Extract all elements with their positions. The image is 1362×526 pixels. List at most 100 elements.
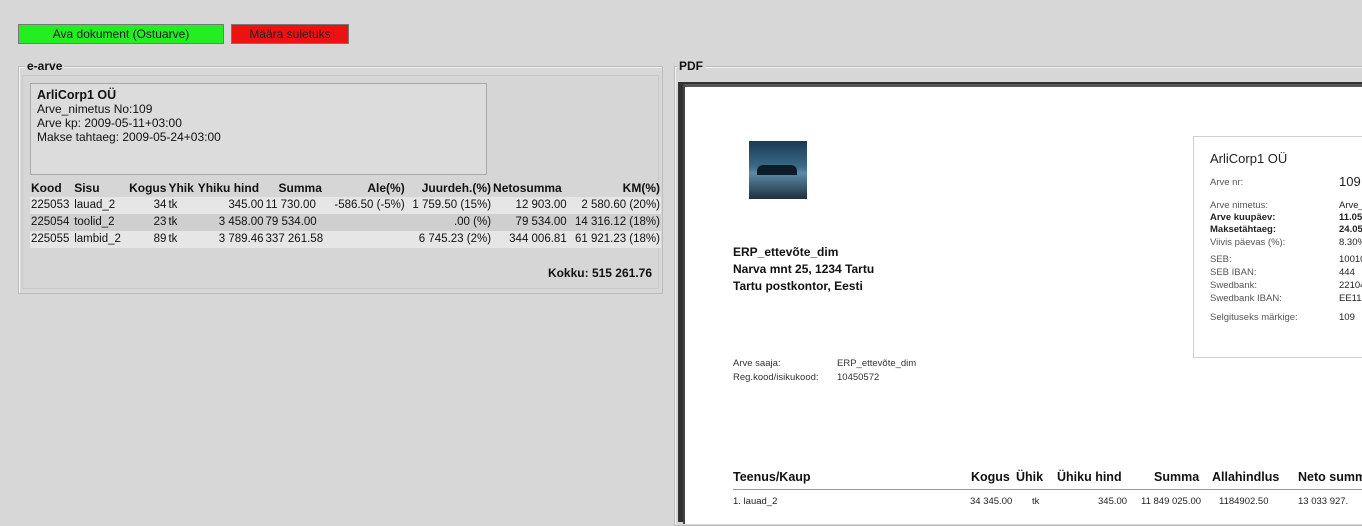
- pdf-row-net-sum: 13 033 927.: [1298, 496, 1349, 507]
- field-label: Arve nr:: [1210, 177, 1244, 188]
- field-value: 11.05: [1339, 212, 1362, 223]
- company-logo-image: [749, 141, 807, 199]
- col-unit: Yhik: [168, 181, 194, 195]
- invoice-lines-table: Kood Sisu Kogus Yhik Yhiku hind Summa Al…: [30, 180, 661, 248]
- mark-closed-button[interactable]: Määra suletuks: [231, 24, 349, 44]
- cell-quantity: 34: [125, 197, 168, 214]
- pdf-legend: PDF: [677, 59, 705, 73]
- table-header-row: Kood Sisu Kogus Yhik Yhiku hind Summa Al…: [30, 180, 661, 197]
- table-row[interactable]: 225055 lambid_2 89 tk 3 789.46 337 261.5…: [30, 231, 661, 248]
- field-label: Arve nimetus:: [1210, 200, 1269, 211]
- pdf-col-item: Teenus/Kaup: [733, 470, 811, 484]
- pdf-invoice-details-box: ArliCorp1 OÜ Arve nr: 109 Arve nimetus: …: [1193, 136, 1362, 358]
- field-value: 8.30%: [1339, 237, 1362, 248]
- field-label: Arve kuupäev:: [1210, 212, 1276, 223]
- col-discount: Ale(%): [367, 181, 405, 195]
- cell-code: 225054: [30, 214, 74, 231]
- pdf-col-quantity: Kogus: [971, 470, 1010, 484]
- col-quantity: Kogus: [129, 181, 167, 195]
- cell-vat: 14 316.12 (18%): [567, 214, 661, 231]
- cell-quantity: 23: [125, 214, 168, 231]
- col-vat: KM(%): [622, 181, 660, 195]
- invoice-info-box: ArliCorp1 OÜ Arve_nimetus No:109 Arve kp…: [30, 83, 487, 175]
- field-value: 109: [1339, 174, 1361, 189]
- pdf-col-unit: Ühik: [1016, 470, 1044, 484]
- invoice-total: Kokku: 515 261.76: [547, 266, 652, 280]
- cell-discount: -586.50 (-5%): [328, 197, 406, 214]
- cell-content: toolid_2: [73, 214, 126, 231]
- cell-unit-price: 345.00: [196, 197, 265, 214]
- e-invoice-panel: e-arve ArliCorp1 OÜ Arve_nimetus No:109 …: [18, 59, 663, 294]
- cell-sum: 337 261.58: [264, 231, 329, 248]
- invoice-date: Arve kp: 2009-05-11+03:00: [37, 116, 182, 130]
- pdf-company-name: ArliCorp1 OÜ: [1210, 151, 1288, 166]
- due-date: Makse tahtaeg: 2009-05-24+03:00: [37, 130, 221, 144]
- cell-surcharge: 1 759.50 (15%): [405, 197, 493, 214]
- regcode-value: 10450572: [837, 372, 880, 383]
- col-unit-price: Yhiku hind: [197, 181, 260, 195]
- pdf-col-unit-price: Ühiku hind: [1057, 470, 1122, 484]
- pdf-table-divider: [733, 489, 1362, 490]
- table-row[interactable]: 225054 toolid_2 23 tk 3 458.00 79 534.00…: [30, 214, 661, 231]
- field-label: Swedbank IBAN:: [1210, 293, 1282, 304]
- cell-sum: 79 534.00: [264, 214, 329, 231]
- cell-unit-price: 3 789.46: [196, 231, 265, 248]
- cell-discount: [328, 214, 406, 231]
- field-value: Arve_: [1339, 200, 1362, 211]
- field-label: SEB:: [1210, 254, 1232, 265]
- field-label: Swedbank:: [1210, 280, 1258, 291]
- cell-surcharge: .00 (%): [405, 214, 493, 231]
- cell-unit: tk: [167, 231, 197, 248]
- field-value: EE112: [1339, 293, 1362, 304]
- cell-vat: 61 921.23 (18%): [567, 231, 661, 248]
- pdf-row-unit-price: 345.00: [1098, 496, 1128, 507]
- seller-address-line1: Narva mnt 25, 1234 Tartu: [733, 262, 875, 276]
- pdf-row-sum: 11 849 025.00: [1141, 496, 1202, 507]
- col-net-sum: Netosumma: [493, 181, 562, 195]
- pdf-row-quantity: 34 345.00: [970, 496, 1013, 507]
- cell-surcharge: 6 745.23 (2%): [405, 231, 493, 248]
- pdf-col-net-sum: Neto summ: [1298, 470, 1362, 484]
- pdf-row-unit: tk: [1032, 496, 1040, 507]
- field-label: SEB IBAN:: [1210, 267, 1257, 278]
- supplier-name: ArliCorp1 OÜ: [37, 88, 117, 102]
- e-invoice-legend: e-arve: [25, 59, 65, 73]
- open-document-button[interactable]: Ava dokument (Ostuarve): [18, 24, 224, 44]
- cell-unit: tk: [167, 214, 197, 231]
- cell-unit-price: 3 458.00: [196, 214, 265, 231]
- cell-code: 225055: [30, 231, 74, 248]
- pdf-row-discount: 1184902.50: [1219, 496, 1269, 507]
- col-sum: Summa: [278, 181, 322, 195]
- field-value: 109: [1339, 312, 1355, 323]
- field-label: Viivis päevas (%):: [1210, 237, 1286, 248]
- pdf-row-item: 1. lauad_2: [733, 496, 778, 507]
- field-value: 24.05: [1339, 224, 1362, 235]
- regcode-label: Reg.kood/isikukood:: [733, 372, 819, 383]
- cell-quantity: 89: [125, 231, 168, 248]
- seller-address-line2: Tartu postkontor, Eesti: [733, 279, 863, 293]
- pdf-col-discount: Allahindlus: [1212, 470, 1280, 484]
- cell-vat: 2 580.60 (20%): [567, 197, 661, 214]
- table-row[interactable]: 225053 lauad_2 34 tk 345.00 11 730.00 -5…: [30, 197, 661, 214]
- e-invoice-inner-panel: ArliCorp1 OÜ Arve_nimetus No:109 Arve kp…: [22, 75, 661, 289]
- field-value: 444: [1339, 267, 1355, 278]
- cell-code: 225053: [30, 197, 74, 214]
- field-value: 22104: [1339, 280, 1362, 291]
- cell-content: lambid_2: [73, 231, 126, 248]
- field-value: 10010: [1339, 254, 1362, 265]
- col-code: Kood: [31, 181, 62, 195]
- cell-sum: 11 730.00: [264, 197, 329, 214]
- cell-discount: [328, 231, 406, 248]
- seller-name: ERP_ettevõte_dim: [733, 245, 839, 259]
- recipient-label: Arve saaja:: [733, 358, 781, 369]
- recipient-value: ERP_ettevõte_dim: [837, 358, 917, 369]
- cell-net-sum: 344 006.81: [492, 231, 568, 248]
- col-surcharge: Juurdeh.(%): [421, 181, 492, 195]
- field-label: Selgituseks märkige:: [1210, 312, 1298, 323]
- cell-net-sum: 12 903.00: [492, 197, 568, 214]
- cell-content: lauad_2: [73, 197, 126, 214]
- cell-unit: tk: [167, 197, 197, 214]
- invoice-name: Arve_nimetus No:109: [37, 102, 153, 116]
- field-label: Maksetähtaeg:: [1210, 224, 1276, 235]
- cell-net-sum: 79 534.00: [492, 214, 568, 231]
